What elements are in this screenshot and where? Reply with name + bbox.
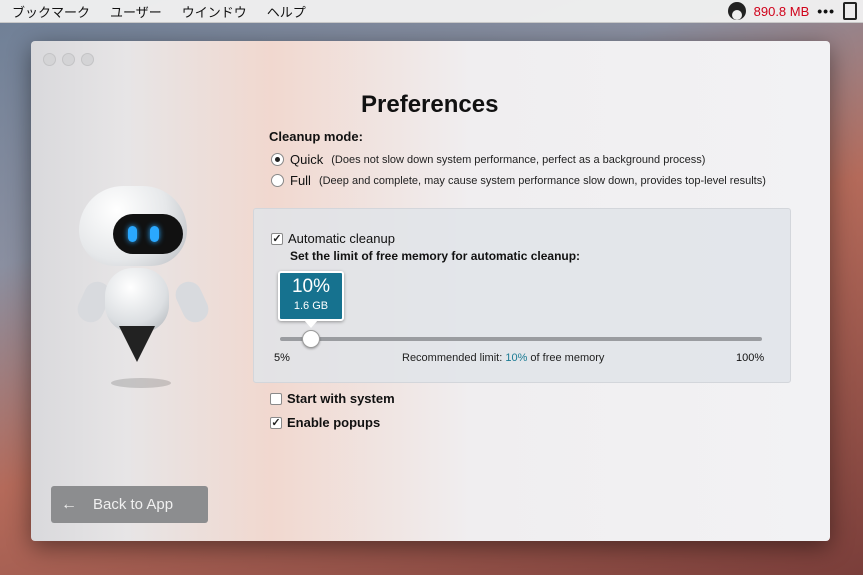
slider-value-bubble: 10% 1.6 GB (278, 271, 344, 328)
robot-eye-right (150, 226, 159, 242)
more-icon[interactable]: ••• (817, 3, 835, 19)
robot-arm-right (171, 277, 213, 327)
menu-bar-status: 890.8 MB ••• (727, 0, 857, 22)
menu-bar: ブックマーク ユーザー ウインドウ ヘルプ 890.8 MB ••• (0, 0, 863, 23)
start-with-system-label[interactable]: Start with system (287, 391, 395, 406)
full-mode-description: (Deep and complete, may cause system per… (318, 174, 766, 187)
back-to-app-label: Back to App (93, 496, 174, 513)
robot-face (113, 214, 183, 254)
menu-bookmarks[interactable]: ブックマーク (12, 2, 90, 21)
full-mode-option[interactable]: Full (Deep and complete, may cause syste… (271, 173, 766, 188)
robot-mascot-illustration (71, 186, 213, 391)
start-with-system-option[interactable]: Start with system (270, 391, 395, 406)
window-controls (43, 53, 94, 66)
page-title: Preferences (361, 91, 499, 118)
start-with-system-checkbox[interactable] (270, 392, 282, 405)
quick-mode-radio[interactable] (271, 153, 284, 166)
memory-limit-slider-thumb[interactable] (302, 330, 320, 348)
close-window-button[interactable] (43, 53, 56, 66)
robot-head (79, 186, 187, 266)
battery-icon[interactable] (843, 2, 857, 20)
slider-value-percent: 10% (291, 276, 331, 297)
quick-mode-option[interactable]: Quick (Does not slow down system perform… (271, 152, 705, 167)
automatic-cleanup-checkbox[interactable]: ✓ (271, 232, 283, 245)
full-mode-radio[interactable] (271, 174, 284, 187)
menu-help[interactable]: ヘルプ (267, 2, 306, 21)
automatic-cleanup-option[interactable]: ✓ Automatic cleanup (271, 231, 395, 246)
preferences-window: Preferences Cleanup mode: Quick (Does no… (31, 41, 830, 541)
memory-cleaner-icon[interactable] (727, 2, 746, 20)
back-to-app-button[interactable]: ← Back to App (51, 486, 208, 523)
zoom-window-button[interactable] (81, 53, 94, 66)
automatic-cleanup-panel: ✓ Automatic cleanup Set the limit of fre… (253, 208, 791, 383)
quick-mode-label[interactable]: Quick (290, 152, 323, 167)
quick-mode-description: (Does not slow down system performance, … (331, 153, 706, 166)
enable-popups-label[interactable]: Enable popups (287, 415, 380, 430)
slider-max-label: 100% (736, 352, 765, 364)
robot-body (105, 268, 169, 333)
menu-window[interactable]: ウインドウ (182, 2, 247, 21)
slider-value-size: 1.6 GB (293, 300, 329, 312)
back-arrow-icon: ← (61, 495, 77, 513)
slider-min-label: 5% (274, 352, 290, 364)
enable-popups-checkbox[interactable]: ✓ (270, 416, 282, 429)
enable-popups-option[interactable]: ✓ Enable popups (270, 415, 380, 430)
memory-usage-value[interactable]: 890.8 MB (754, 4, 810, 19)
memory-limit-slider-track[interactable] (280, 337, 762, 341)
full-mode-label[interactable]: Full (290, 173, 311, 188)
minimize-window-button[interactable] (62, 53, 75, 66)
recommended-limit-text: Recommended limit: 10% of free memory (402, 352, 604, 364)
automatic-cleanup-label[interactable]: Automatic cleanup (288, 231, 395, 246)
recommended-prefix: Recommended limit: (402, 352, 503, 364)
robot-shadow (111, 378, 171, 388)
robot-drill (119, 326, 155, 362)
memory-limit-label: Set the limit of free memory for automat… (290, 249, 581, 263)
recommended-value: 10% (505, 352, 528, 364)
recommended-suffix: of free memory (530, 352, 605, 364)
robot-eye-left (128, 226, 137, 242)
cleanup-mode-label: Cleanup mode: (269, 129, 363, 144)
menu-users[interactable]: ユーザー (110, 2, 162, 21)
